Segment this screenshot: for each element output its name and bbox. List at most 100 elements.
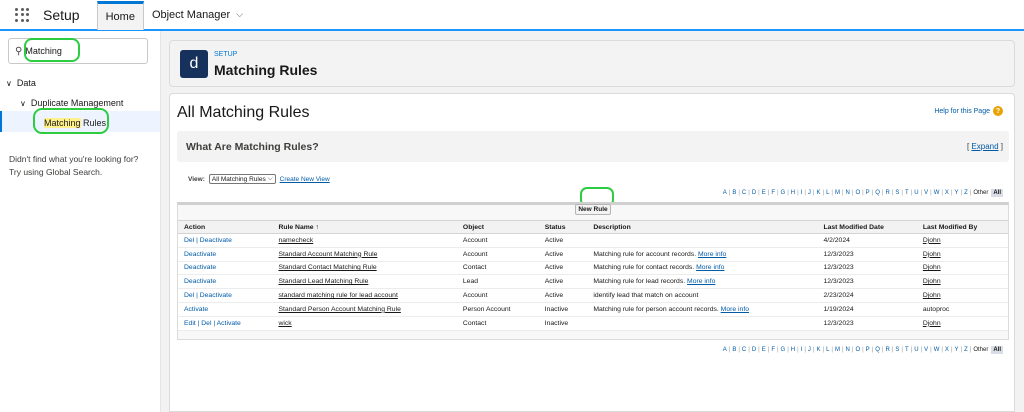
alpha-letter-g[interactable]: G <box>780 347 787 353</box>
tree-node-duplicate-management[interactable]: ∨ Duplicate Management <box>20 98 123 108</box>
alpha-letter-q[interactable]: Q <box>874 190 881 196</box>
rule-name-link[interactable]: Standard Account Matching Rule <box>278 251 377 258</box>
object-cell: Contact <box>456 261 539 276</box>
modified-by-cell: Djohn <box>916 233 1008 248</box>
tab-home[interactable]: Home <box>96 1 144 30</box>
info-section: What Are Matching Rules? [ Expand ] <box>177 131 1009 162</box>
modified-by-link[interactable]: Djohn <box>923 278 941 285</box>
rule-name-link[interactable]: namecheck <box>278 237 313 244</box>
view-select-value: All Matching Rules <box>211 175 266 183</box>
rule-name-link[interactable]: standard matching rule for lead account <box>278 292 397 299</box>
view-select[interactable]: All Matching Rules ⌵ <box>208 174 276 184</box>
alpha-all[interactable]: All <box>991 346 1003 354</box>
alpha-letter-o[interactable]: O <box>854 347 861 353</box>
tab-object-manager[interactable]: Object Manager ⌵ <box>144 0 251 29</box>
action-links[interactable]: Del | Deactivate <box>184 292 232 299</box>
column-header[interactable]: Last Modified By <box>916 220 1008 234</box>
alpha-letter-q[interactable]: Q <box>874 347 881 353</box>
new-rule-button[interactable]: New Rule <box>575 204 611 215</box>
rule-name-link[interactable]: wick <box>278 320 291 327</box>
rules-table: Action Rule Name ↑ Object Status Description… <box>178 220 1008 331</box>
info-title: What Are Matching Rules? <box>186 141 319 153</box>
expand-link[interactable]: Expand <box>971 142 998 151</box>
help-icon: ? <box>993 106 1003 116</box>
help-link[interactable]: Help for this Page? <box>934 106 1003 116</box>
alpha-other[interactable]: Other <box>972 190 989 196</box>
object-cell: Contact <box>456 316 539 331</box>
alpha-letter-o[interactable]: O <box>854 190 861 196</box>
column-header[interactable]: Status <box>538 220 588 234</box>
rule-name-link[interactable]: Standard Person Account Matching Rule <box>278 306 400 313</box>
tab-object-manager-label: Object Manager <box>151 8 231 21</box>
modified-by-link[interactable]: Djohn <box>923 251 941 258</box>
rule-name-cell: Standard Person Account Matching Rule <box>272 302 457 317</box>
highlight-ring <box>24 38 80 62</box>
modified-by-link[interactable]: Djohn <box>923 292 941 299</box>
more-info-link[interactable]: More info <box>698 251 726 258</box>
list-title: All Matching Rules <box>177 104 310 121</box>
column-header[interactable]: Last Modified Date <box>817 220 917 234</box>
action-links[interactable]: Deactivate <box>184 251 216 258</box>
action-links[interactable]: Del | Deactivate <box>184 237 232 244</box>
action-cell: Edit | Del | Activate <box>178 316 273 331</box>
tree-node-data[interactable]: ∨ Data <box>6 78 36 88</box>
description-cell <box>587 316 818 331</box>
action-links[interactable]: Deactivate <box>184 278 216 285</box>
rule-name-cell: Standard Contact Matching Rule <box>272 261 457 276</box>
column-header[interactable]: Action <box>178 220 273 234</box>
global-search-hint: Didn't find what you're looking for? Try … <box>9 153 138 179</box>
description-cell: identify lead that match on account <box>587 288 818 303</box>
help-link-label: Help for this Page <box>934 107 990 115</box>
alpha-all[interactable]: All <box>991 189 1003 197</box>
modified-by-cell: autoproc <box>916 302 1008 317</box>
hint-line-1: Didn't find what you're looking for? <box>9 154 139 164</box>
modified-by-cell: Djohn <box>916 288 1008 303</box>
rule-name-link[interactable]: Standard Lead Matching Rule <box>278 278 368 285</box>
description-text: identify lead that match on account <box>593 292 699 300</box>
more-info-link[interactable]: More info <box>696 264 724 271</box>
more-info-link[interactable]: More info <box>687 278 715 285</box>
more-info-link[interactable]: More info <box>721 306 749 313</box>
modified-date-cell: 1/19/2024 <box>817 302 917 317</box>
modified-by-cell: Djohn <box>916 261 1008 276</box>
modified-by-cell: Djohn <box>916 274 1008 290</box>
modified-by-link[interactable]: Djohn <box>923 264 941 271</box>
chevron-down-icon[interactable]: ⌵ <box>236 9 243 20</box>
table-row: Edit | Del | Activate wick Contact Inactive… <box>178 316 1008 331</box>
modified-by-link[interactable]: Djohn <box>923 320 941 327</box>
status-cell: Inactive <box>538 302 588 317</box>
action-links[interactable]: Deactivate <box>184 264 216 271</box>
column-header[interactable]: Rule Name ↑ <box>272 220 457 234</box>
action-links[interactable]: Edit | Del | Activate <box>184 320 241 327</box>
create-view-link[interactable]: Create New View <box>280 176 330 183</box>
column-header[interactable]: Object <box>456 220 539 234</box>
modified-by-link: autoproc <box>922 305 950 313</box>
action-cell: Del | Deactivate <box>178 233 273 248</box>
global-header: Setup Home Object Manager ⌵ <box>0 0 1024 31</box>
alpha-other[interactable]: Other <box>972 347 989 353</box>
table-header-row: Action Rule Name ↑ Object Status Description… <box>178 220 1008 234</box>
action-links[interactable]: Activate <box>184 306 208 313</box>
rule-name-link[interactable]: Standard Contact Matching Rule <box>278 264 376 271</box>
description-cell: Matching rule for contact records. More … <box>587 261 818 276</box>
alpha-letter-m[interactable]: M <box>834 190 841 196</box>
object-cell: Account <box>456 233 539 248</box>
setup-icon: d <box>180 50 208 78</box>
alpha-letter-m[interactable]: M <box>834 347 841 353</box>
description-text: Matching rule for person account records… <box>593 305 719 313</box>
alpha-letter-w[interactable]: W <box>933 347 941 353</box>
setup-sidebar: ⚲ Matching ∨ Data ∨ Duplicate Management… <box>0 31 161 412</box>
tree-node-duplicate-label: Duplicate Management <box>30 98 124 108</box>
object-cell: Person Account <box>456 302 539 317</box>
alpha-letter-w[interactable]: W <box>933 190 941 196</box>
app-name: Setup <box>43 6 80 23</box>
modified-by-cell: Djohn <box>916 247 1008 262</box>
modified-by-link[interactable]: Djohn <box>923 237 941 244</box>
app-launcher-icon[interactable] <box>15 7 29 22</box>
alpha-letter-g[interactable]: G <box>780 190 787 196</box>
action-cell: Del | Deactivate <box>178 288 273 303</box>
column-header[interactable]: Description <box>587 220 818 234</box>
description-text: Matching rule for lead records. <box>593 278 686 286</box>
rule-name-cell: wick <box>272 316 457 331</box>
action-cell: Deactivate <box>178 261 273 276</box>
